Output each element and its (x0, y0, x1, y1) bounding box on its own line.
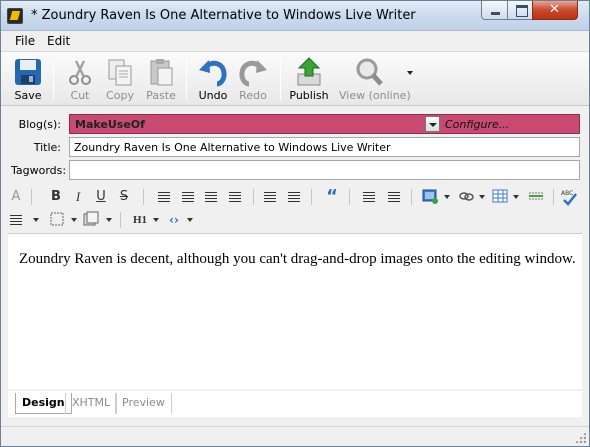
format-separator (411, 189, 412, 205)
insert-image-dropdown-icon[interactable] (444, 195, 450, 199)
format-separator (143, 189, 144, 205)
frame-icon[interactable] (82, 211, 100, 229)
paste-icon (150, 59, 173, 86)
heading-button[interactable]: H1 (129, 211, 151, 229)
insert-image-icon[interactable] (421, 188, 439, 206)
paste-button[interactable]: Paste (139, 54, 183, 104)
view-online-label: View (online) (339, 89, 411, 102)
editor-content[interactable]: Zoundry Raven is decent, although you ca… (19, 251, 589, 268)
main-toolbar: Save Cut Copy Paste Undo Redo Publish Vi… (1, 51, 589, 106)
blog-dropdown-arrow-icon[interactable] (425, 116, 440, 132)
insert-table-dropdown-icon[interactable] (513, 195, 519, 199)
undo-icon (199, 60, 227, 87)
redo-label: Redo (239, 89, 267, 102)
toolbar-overflow-arrow-icon[interactable] (407, 71, 413, 75)
frame-dropdown-icon[interactable] (106, 218, 112, 222)
paragraph-style-icon[interactable] (7, 211, 25, 229)
blogs-label: Blog(s): (18, 118, 61, 131)
resize-grip-icon[interactable] (575, 432, 586, 443)
insert-table-icon[interactable] (491, 188, 509, 206)
spellcheck-icon[interactable]: ABC (560, 188, 578, 206)
title-label: Title: (33, 141, 61, 154)
blog-selected-value: MakeUseOf (75, 118, 145, 131)
horizontal-rule-icon[interactable] (527, 188, 545, 206)
font-style-icon[interactable]: A (7, 188, 25, 206)
bulleted-list-icon[interactable] (360, 188, 378, 206)
title-input[interactable]: Zoundry Raven Is One Alternative to Wind… (69, 137, 580, 157)
html-tag-dropdown-icon[interactable] (187, 218, 193, 222)
title-bar[interactable]: * Zoundry Raven Is One Alternative to Wi… (1, 1, 589, 31)
copy-icon (108, 59, 132, 86)
maximize-button[interactable] (507, 1, 533, 20)
minimize-button[interactable] (481, 1, 508, 20)
app-window: * Zoundry Raven Is One Alternative to Wi… (0, 0, 590, 447)
menu-file[interactable]: File (15, 34, 35, 48)
insert-link-dropdown-icon[interactable] (479, 195, 485, 199)
format-separator (311, 189, 312, 205)
save-icon (15, 59, 41, 85)
format-separator (553, 189, 554, 205)
blog-selector[interactable]: MakeUseOf Configure... (69, 114, 580, 134)
numbered-list-icon[interactable] (385, 188, 403, 206)
paste-label: Paste (146, 89, 176, 102)
border-dropdown-icon[interactable] (71, 218, 77, 222)
close-button[interactable] (532, 1, 578, 20)
tagwords-label: Tagwords: (11, 164, 67, 177)
redo-button[interactable]: Redo (231, 54, 275, 104)
save-button[interactable]: Save (6, 54, 50, 104)
underline-button[interactable]: U (92, 188, 110, 206)
indent-icon[interactable] (285, 188, 303, 206)
border-icon[interactable] (48, 211, 66, 229)
italic-button[interactable]: I (69, 188, 87, 206)
svg-text:ABC: ABC (561, 190, 573, 197)
publish-label: Publish (289, 89, 329, 102)
format-separator (253, 189, 254, 205)
status-bar (1, 426, 589, 446)
tagwords-input[interactable] (69, 160, 580, 180)
bold-button[interactable]: B (47, 188, 65, 206)
zoundry-app-icon[interactable] (7, 8, 23, 24)
editor-area[interactable]: Zoundry Raven is decent, although you ca… (8, 233, 582, 389)
align-left-icon[interactable] (155, 188, 173, 206)
blockquote-button[interactable]: “ (323, 188, 341, 206)
html-tag-icon[interactable]: ‹› (165, 211, 183, 229)
menu-edit[interactable]: Edit (47, 34, 70, 48)
format-toolbar-row-1: A B I U S “ ABC (5, 186, 585, 208)
insert-link-icon[interactable] (457, 188, 475, 206)
publish-button[interactable]: Publish (287, 54, 331, 104)
align-right-icon[interactable] (202, 188, 220, 206)
paragraph-style-dropdown-icon[interactable] (33, 218, 39, 222)
magnifier-icon (356, 58, 383, 86)
publish-icon (297, 57, 321, 86)
format-toolbar-row-2: H1 ‹› (5, 209, 585, 231)
tab-preview[interactable]: Preview (115, 393, 172, 414)
format-separator (120, 212, 121, 228)
tab-xhtml[interactable]: XHTML (65, 393, 118, 414)
configure-link[interactable]: Configure... (445, 118, 509, 131)
format-separator (349, 189, 350, 205)
heading-dropdown-icon[interactable] (153, 218, 159, 222)
editor-mode-tabs: Design XHTML Preview (8, 391, 582, 417)
scissors-icon (69, 60, 91, 85)
menu-bar: File Edit (1, 32, 589, 51)
strikethrough-button[interactable]: S (115, 188, 133, 206)
tab-design[interactable]: Design (15, 393, 72, 414)
align-justify-icon[interactable] (226, 188, 244, 206)
redo-icon (239, 60, 267, 87)
format-separator (31, 189, 32, 205)
window-title: * Zoundry Raven Is One Alternative to Wi… (31, 8, 416, 23)
view-online-button[interactable]: View (online) (339, 54, 411, 104)
outdent-icon[interactable] (261, 188, 279, 206)
align-center-icon[interactable] (179, 188, 197, 206)
